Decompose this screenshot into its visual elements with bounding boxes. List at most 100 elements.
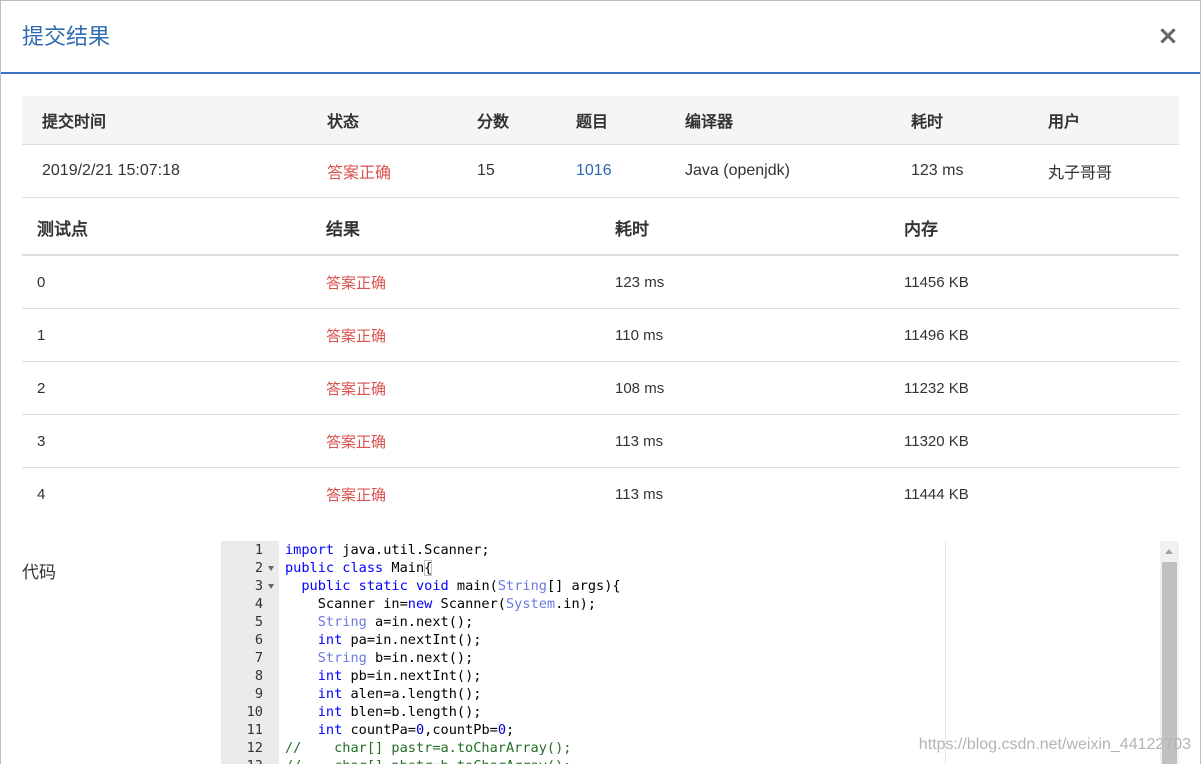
- col-header-user: 用户: [1048, 114, 1081, 131]
- gutter-cell: 7: [221, 649, 279, 667]
- editor-scrollbar[interactable]: [1160, 541, 1179, 764]
- compiler: Java (openjdk): [685, 162, 790, 179]
- code-editor[interactable]: 12345678910111213 import java.util.Scann…: [221, 541, 1179, 764]
- table-row: 4 答案正确 113 ms 11444 KB: [22, 468, 1179, 521]
- line-number: 8: [254, 668, 263, 684]
- code-token: ;: [506, 722, 515, 738]
- case-id: 3: [37, 432, 46, 450]
- fold-arrow-icon[interactable]: [268, 566, 274, 571]
- col-header-elapsed: 耗时: [911, 114, 944, 131]
- gutter-cell: 12: [221, 739, 279, 757]
- code-token: java.util.Scanner;: [334, 542, 490, 558]
- case-id: 2: [37, 379, 46, 397]
- table-row: 2019/2/21 15:07:18 答案正确 15 1016 Java (op…: [22, 145, 1179, 198]
- col-header-problem: 题目: [576, 114, 609, 131]
- line-number: 13: [247, 758, 263, 764]
- code-line: String a=in.next();: [285, 613, 925, 631]
- problem-link[interactable]: 1016: [576, 162, 612, 179]
- col-header-submit-time: 提交时间: [42, 114, 107, 131]
- code-token: main(: [448, 578, 498, 594]
- code-token: int: [317, 704, 343, 720]
- code-token: pb=in.nextInt();: [342, 668, 482, 684]
- case-time: 110 ms: [615, 326, 664, 344]
- code-token: import: [285, 542, 335, 558]
- line-number: 9: [254, 686, 263, 702]
- code-token: int: [317, 686, 343, 702]
- code-line: int alen=a.length();: [285, 685, 925, 703]
- line-number: 12: [246, 740, 263, 756]
- code-token: int: [317, 632, 343, 648]
- case-result: 答案正确: [326, 327, 387, 345]
- status-text: 答案正确: [327, 165, 392, 182]
- code-token: Scanner in=: [285, 596, 408, 612]
- line-number: 11: [246, 722, 263, 738]
- case-time: 113 ms: [615, 432, 664, 450]
- code-token: String: [497, 578, 547, 594]
- modal-title: 提交结果: [22, 24, 111, 49]
- scroll-up-arrow-icon[interactable]: [1165, 549, 1173, 554]
- code-token: class: [342, 560, 384, 576]
- case-result: 答案正确: [326, 487, 387, 504]
- code-line: // char[] pastr=a.toCharArray();: [285, 739, 925, 757]
- case-id: 1: [37, 326, 46, 344]
- code-token: .in);: [555, 596, 597, 612]
- code-token: // char[] pastr=a.toCharArray();: [285, 740, 572, 756]
- code-token: public: [285, 560, 335, 576]
- case-memory: 11496 KB: [904, 326, 969, 344]
- modal-header: 提交结果 ×: [1, 0, 1200, 74]
- code-line: String b=in.next();: [285, 649, 925, 667]
- table-row: 1 答案正确 110 ms 11496 KB: [22, 309, 1179, 362]
- code-token: 0: [497, 722, 507, 738]
- case-time: 113 ms: [615, 486, 664, 503]
- submission-result-modal: 提交结果 × 提交时间 状态 分数 题目 编译器 耗时 用户 2019/2/21…: [0, 0, 1201, 764]
- code-token: // char[] pbstr=b.toCharArray();: [285, 758, 571, 764]
- fold-arrow-icon[interactable]: [268, 584, 274, 589]
- code-token: Scanner(: [432, 596, 507, 612]
- close-button[interactable]: ×: [1155, 21, 1181, 51]
- testcase-table: 测试点 结果 耗时 内存 0 答案正确 123 ms 11456 KB 1 答案…: [22, 198, 1179, 521]
- gutter-cell: 1: [221, 541, 279, 559]
- submission-table-header: 提交时间 状态 分数 题目 编译器 耗时 用户: [22, 96, 1179, 145]
- code-token: alen=a.length();: [342, 686, 482, 702]
- gutter-cell: 2: [221, 559, 279, 577]
- line-number: 1: [254, 542, 263, 558]
- gutter-cell: 3: [221, 577, 279, 595]
- code-token: System: [506, 596, 556, 612]
- code-token: String: [317, 614, 367, 630]
- case-memory: 11232 KB: [904, 379, 969, 397]
- line-number: 5: [254, 614, 263, 630]
- line-number: 7: [254, 650, 263, 666]
- code-token: int: [317, 722, 343, 738]
- col-header-result: 结果: [326, 220, 360, 239]
- col-header-score: 分数: [477, 114, 510, 131]
- gutter-cell: 9: [221, 685, 279, 703]
- table-row: 0 答案正确 123 ms 11456 KB: [22, 256, 1179, 309]
- code-token: Main: [383, 560, 425, 576]
- case-time: 123 ms: [615, 273, 665, 291]
- gutter-cell: 4: [221, 595, 279, 613]
- col-header-status: 状态: [327, 114, 360, 131]
- case-memory: 11456 KB: [904, 273, 969, 291]
- col-header-time: 耗时: [615, 220, 649, 239]
- code-line: Scanner in=new Scanner(System.in);: [285, 595, 925, 613]
- case-time: 108 ms: [615, 379, 665, 397]
- code-token: a=in.next();: [366, 614, 474, 630]
- editor-content[interactable]: import java.util.Scanner; public class Ma…: [285, 541, 925, 764]
- gutter-cell: 5: [221, 613, 279, 631]
- code-line: int countPa=0,countPb=0;: [285, 721, 925, 739]
- case-result: 答案正确: [326, 380, 387, 398]
- watermark: https://blog.csdn.net/weixin_44122703: [918, 736, 1191, 753]
- score: 15: [477, 162, 495, 179]
- code-label: 代码: [22, 563, 56, 582]
- print-margin: [945, 541, 946, 764]
- gutter-cell: 10: [221, 703, 279, 721]
- code-line: public class Main{: [285, 559, 925, 577]
- code-token: countPa=: [342, 722, 416, 738]
